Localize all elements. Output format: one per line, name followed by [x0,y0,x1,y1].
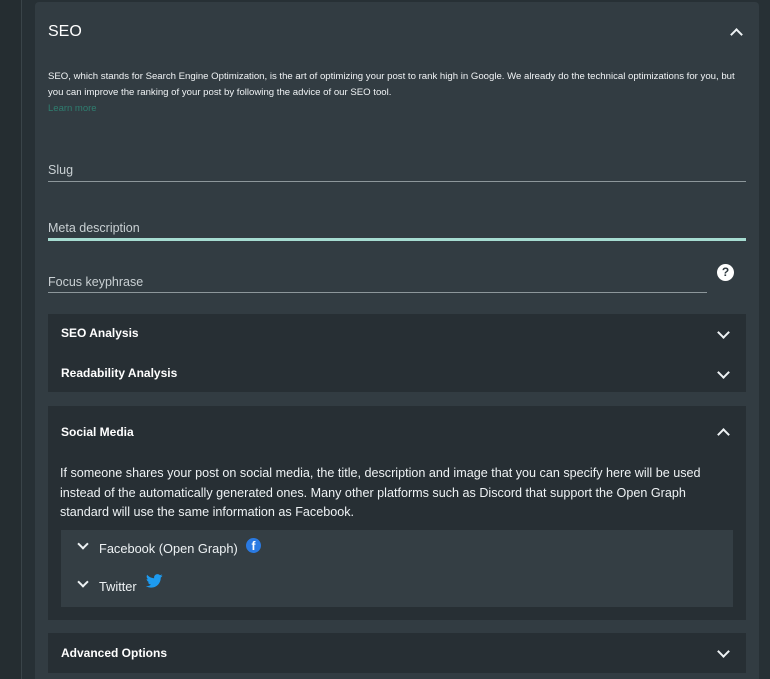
seo-analysis-header[interactable]: SEO Analysis [48,314,746,352]
social-media-description: If someone shares your post on social me… [60,466,701,520]
chevron-up-icon[interactable] [717,428,730,441]
learn-more-link[interactable]: Learn more [48,103,97,114]
seo-intro-text: SEO, which stands for Search Engine Opti… [48,71,735,98]
advanced-options-header[interactable]: Advanced Options [48,633,746,673]
twitter-label: Twitter [99,579,137,594]
social-media-accordion: Social Media If someone shares your post… [48,406,746,620]
meta-description-label: Meta description [48,221,140,235]
advanced-options-title: Advanced Options [61,646,168,660]
social-subaccordions: Facebook (Open Graph) f Twitter [61,530,733,607]
facebook-icon: f [246,538,261,553]
seo-panel-header[interactable]: SEO [35,2,759,60]
social-media-title: Social Media [61,425,134,439]
chevron-down-icon[interactable] [717,645,730,658]
seo-panel: SEO SEO, which stands for Search Engine … [35,2,759,679]
chevron-up-icon[interactable] [730,28,743,41]
help-circle-icon[interactable]: ? [717,264,734,281]
chevron-down-icon[interactable] [717,326,730,339]
chevron-down-icon[interactable] [717,366,730,379]
readability-analysis-title: Readability Analysis [61,366,178,380]
chevron-down-icon[interactable] [77,576,89,588]
chevron-down-icon[interactable] [77,538,89,550]
facebook-accordion-header[interactable]: Facebook (Open Graph) f [61,530,733,568]
readability-analysis-header[interactable]: Readability Analysis [48,354,746,392]
analysis-accordion-group: SEO Analysis Readability Analysis [48,314,746,392]
left-rail [0,0,22,679]
seo-title: SEO [48,23,82,40]
twitter-icon [146,574,163,588]
facebook-label: Facebook (Open Graph) [99,541,238,556]
slug-underline [48,181,746,182]
focus-keyphrase-label: Focus keyphrase [48,275,144,289]
focus-keyphrase-underline [48,292,707,293]
seo-analysis-title: SEO Analysis [61,326,139,340]
social-media-header[interactable]: Social Media [48,406,746,454]
slug-label: Slug [48,163,74,177]
meta-description-underline [48,238,746,241]
